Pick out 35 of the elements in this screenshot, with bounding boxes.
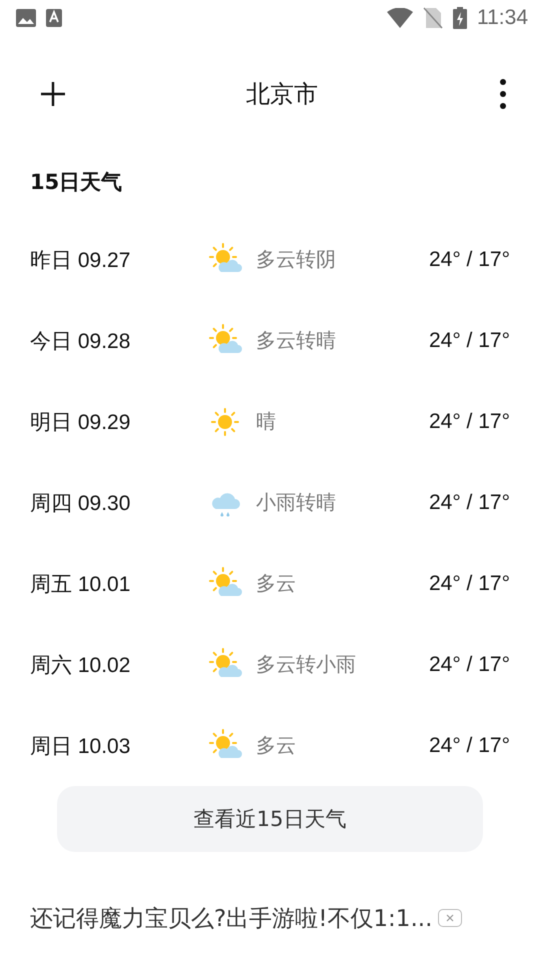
weather-condition: 晴 [256,408,277,435]
more-vertical-icon [498,78,508,110]
weather-condition: 多云转小雨 [256,651,357,678]
city-title: 北京市 [246,79,318,110]
image-icon [16,9,36,27]
close-icon [445,913,456,923]
temperature-range: 24° / 17° [428,328,510,352]
temperature-range: 24° / 17° [428,490,510,514]
day-date: 周日 10.03 [30,734,132,760]
section-title: 15日天气 [29,169,124,196]
battery-charging-icon [453,7,467,29]
day-date: 周六 10.02 [30,652,132,678]
text-icon [46,9,62,27]
more-days-button[interactable]: 查看近15日天气 [57,786,483,852]
day-date: 昨日 09.27 [30,248,132,274]
day-date: 明日 09.29 [30,410,132,436]
temperature-range: 24° / 17° [428,572,510,596]
weather-condition: 多云 [256,732,297,759]
temperature-range: 24° / 17° [428,652,510,676]
weather-condition: 多云 [256,570,297,597]
weather-condition: 多云转晴 [256,327,337,354]
close-ad-button[interactable] [438,909,462,927]
temperature-range: 24° / 17° [428,248,510,272]
temperature-range: 24° / 17° [428,734,510,758]
weather-condition: 多云转阴 [256,246,337,273]
temperature-range: 24° / 17° [428,410,510,434]
day-date: 今日 09.28 [30,328,132,354]
status-time: 11:34 [477,6,528,30]
no-sim-icon [423,7,443,29]
weather-condition: 小雨转晴 [256,489,337,516]
day-date: 周五 10.01 [30,572,132,598]
wifi-icon [387,8,413,28]
ad-text[interactable]: 还记得魔力宝贝么?出手游啦!不仅1:1... [30,902,432,934]
plus-icon [40,81,66,107]
day-date: 周四 09.30 [30,490,132,516]
